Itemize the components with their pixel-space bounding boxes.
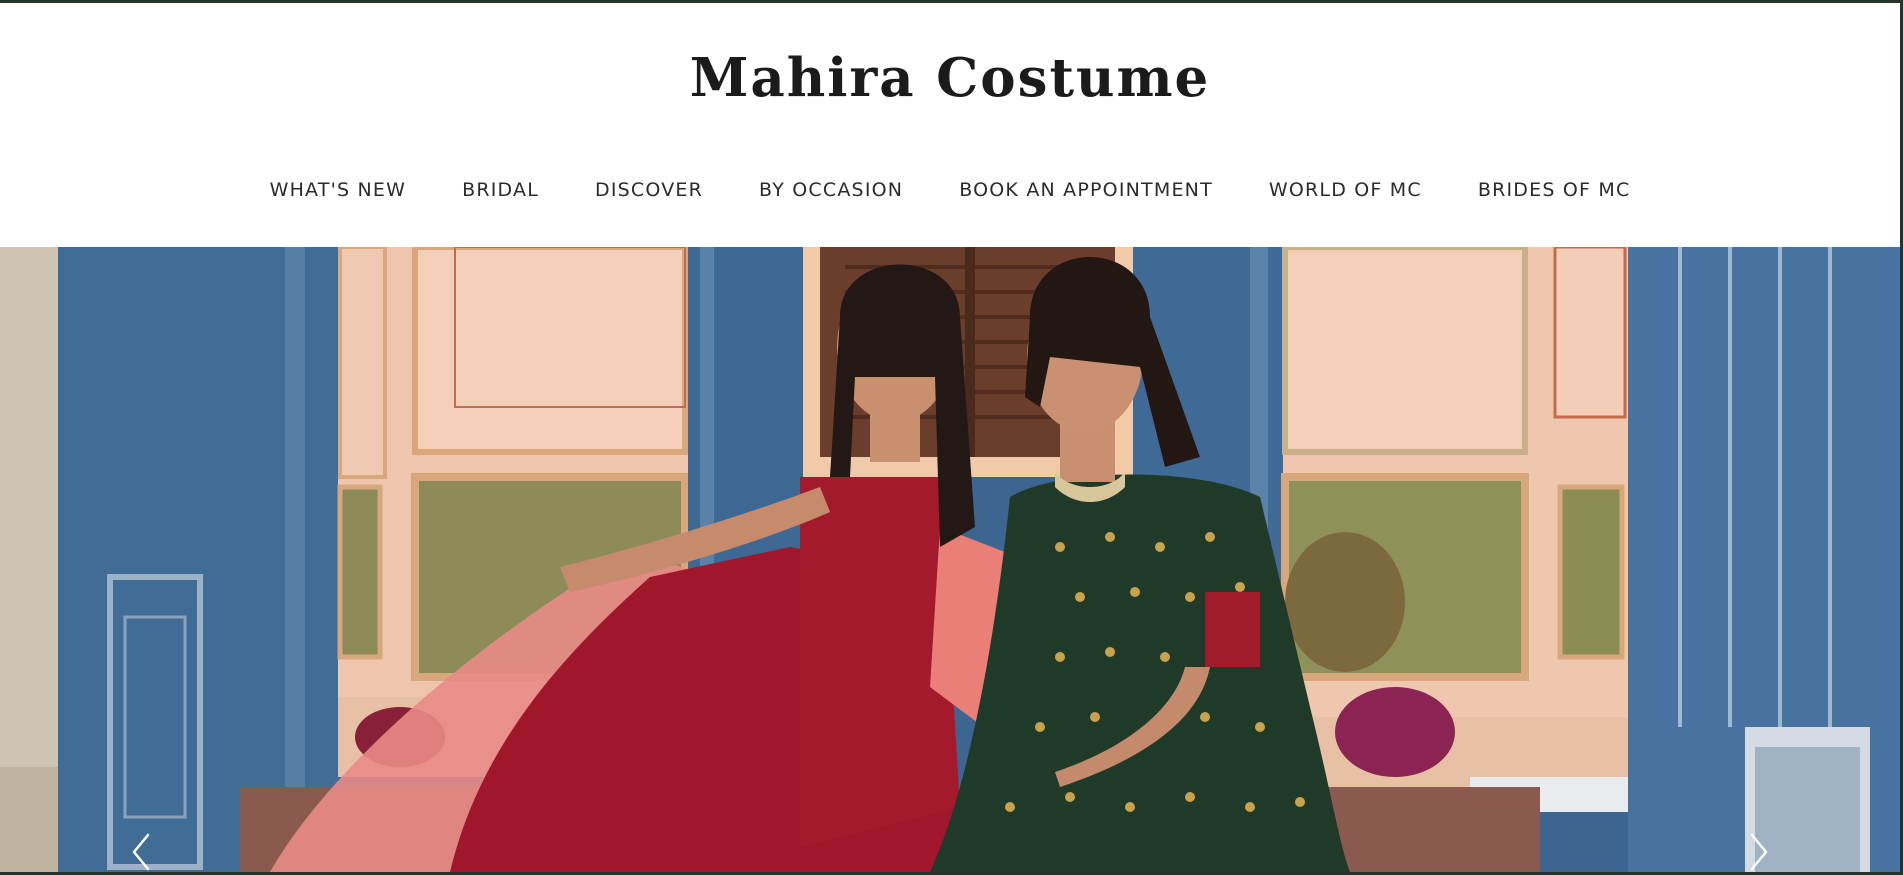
nav-whats-new[interactable]: WHAT'S NEW (270, 175, 407, 205)
hero-carousel[interactable] (0, 247, 1900, 872)
main-nav: WHAT'S NEW BRIDAL DISCOVER BY OCCASION B… (0, 175, 1900, 205)
nav-brides-of-mc[interactable]: BRIDES OF MC (1478, 175, 1631, 205)
brand-logo[interactable]: Mahira Costume (0, 43, 1900, 113)
chevron-left-icon (132, 833, 150, 871)
carousel-prev-button[interactable] (122, 827, 162, 872)
nav-bridal[interactable]: BRIDAL (462, 175, 539, 205)
site-header: Mahira Costume WHAT'S NEW BRIDAL DISCOVE… (0, 3, 1900, 247)
carousel-next-button[interactable] (1738, 827, 1778, 872)
nav-world-of-mc[interactable]: WORLD OF MC (1269, 175, 1422, 205)
nav-discover[interactable]: DISCOVER (595, 175, 703, 205)
nav-book-an-appointment[interactable]: BOOK AN APPOINTMENT (959, 175, 1213, 205)
nav-by-occasion[interactable]: BY OCCASION (759, 175, 903, 205)
hero-image (0, 247, 1900, 872)
chevron-right-icon (1750, 833, 1768, 871)
